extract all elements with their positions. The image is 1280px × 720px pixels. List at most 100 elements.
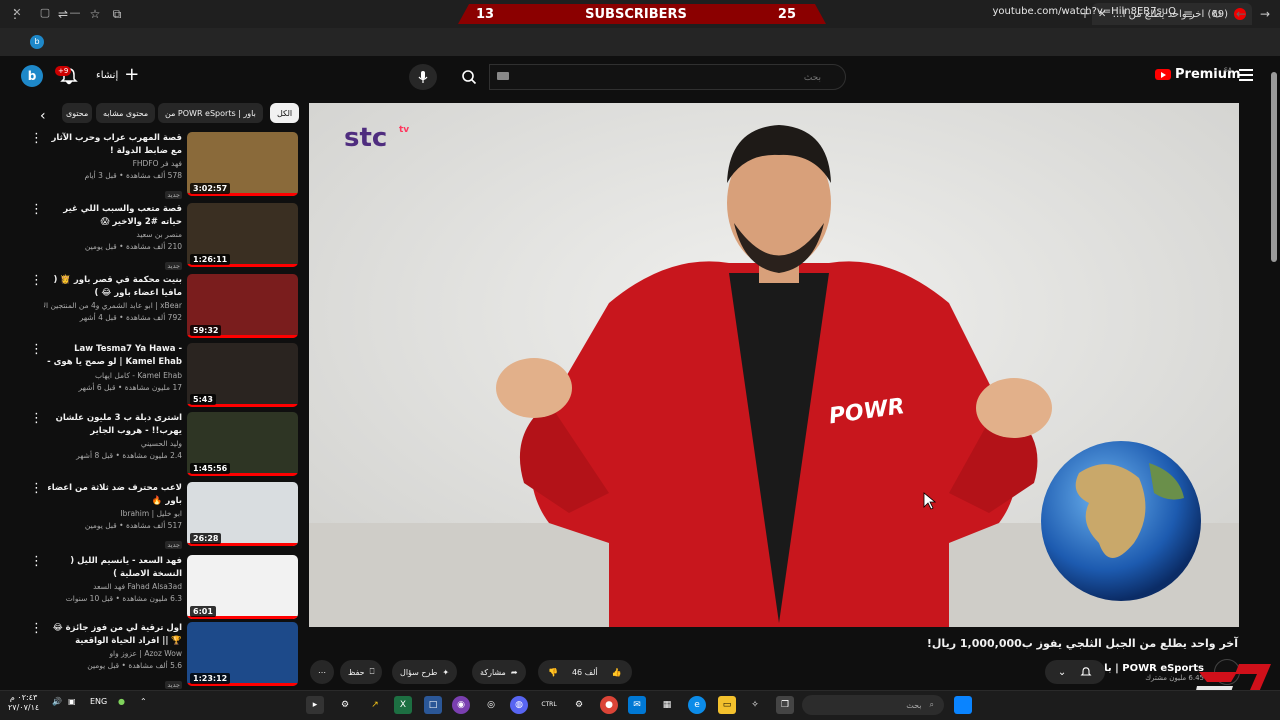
network-icon[interactable]: ▣ — [68, 697, 76, 706]
keyboard-icon[interactable] — [497, 72, 509, 80]
search-input[interactable] — [490, 65, 845, 89]
stc-tv-suffix: tv — [399, 125, 410, 135]
reload-icon[interactable]: ↻ — [1208, 5, 1226, 23]
channel-name[interactable]: Kamel Ehab - كامل ايهاب — [44, 370, 182, 382]
video-title[interactable]: لاعب محترف ضد ثلاثة من اعضاء باور 🔥 — [44, 482, 182, 508]
subscriber-counter-banner: 13 SUBSCRIBERS 25 — [458, 4, 826, 24]
window-app-icon[interactable]: □ — [424, 696, 442, 714]
dislike-icon[interactable]: 👎 — [548, 668, 558, 677]
account-avatar[interactable]: b — [21, 65, 43, 87]
back-icon[interactable]: → — [1256, 5, 1274, 23]
url-field[interactable]: youtube.com/watch?v=Hiln8ER7suQ — [992, 6, 1176, 17]
guide-menu-icon[interactable] — [1239, 69, 1253, 81]
recommendation-item[interactable]: 1:23:12 ⋮ اول ترقية لي من فوز جائزة 😂🏆 || … — [10, 622, 300, 689]
save-button[interactable]: حفظ ⎕ — [340, 660, 383, 684]
windows-start-icon[interactable] — [954, 696, 972, 714]
recommendation-item[interactable]: 6:01 ⋮ فهد السعد - يانسيم الليل ( النسخة ا… — [10, 555, 300, 621]
chip-related[interactable]: محتوى مشابه — [96, 103, 156, 123]
extensions-icon[interactable]: ⇌ — [54, 5, 72, 23]
video-player[interactable]: POWR stc tv — [309, 103, 1239, 627]
discord-app-icon[interactable]: ◍ — [510, 696, 528, 714]
like-count[interactable]: 46 ألف — [572, 668, 598, 677]
recommendation-item[interactable]: 26:28 ⋮ لاعب محترف ضد ثلاثة من اعضاء باور … — [10, 482, 300, 549]
create-label: إنشاء — [96, 69, 119, 81]
voice-search-button[interactable] — [409, 64, 437, 90]
task-view-icon[interactable]: ❐ — [776, 696, 794, 714]
video-title[interactable]: فهد السعد - يانسيم الليل ( النسخة الاصلي… — [44, 555, 182, 581]
volume-icon[interactable]: 🔊 — [52, 697, 62, 706]
video-title[interactable]: بنيت محكمة في قصر باور 👸 ( مافيا اعضاء ب… — [44, 274, 183, 300]
more-options-icon[interactable]: ⋮ — [30, 555, 43, 568]
channel-name[interactable]: فهد فر FHDFO — [44, 158, 182, 170]
bookmark-star-icon[interactable]: ☆ — [86, 5, 104, 23]
video-title[interactable]: اول ترقية لي من فوز جائزة 😂🏆 || افراد ال… — [44, 622, 182, 648]
copilot-app-icon[interactable]: ✧ — [746, 696, 764, 714]
clock-date: ٢٧/٠٧/١٤ — [8, 703, 40, 712]
search-button[interactable] — [450, 64, 488, 90]
video-title[interactable]: قصة متعب والسبب اللي غير حياته #2 والاخي… — [44, 203, 182, 229]
more-options-icon[interactable]: ⋮ — [30, 132, 43, 145]
browser-menu-icon[interactable]: ⋮ — [6, 5, 24, 23]
more-options-icon[interactable]: ⋮ — [30, 622, 43, 635]
more-options-icon[interactable]: ⋮ — [30, 203, 43, 216]
steam-app-icon[interactable]: ⚙ — [336, 696, 354, 714]
file-explorer-icon[interactable]: ▭ — [718, 696, 736, 714]
forward-icon[interactable]: ← — [1232, 5, 1250, 23]
edge-app-icon[interactable]: e — [688, 696, 706, 714]
chip-content[interactable]: محتوى — [62, 103, 92, 123]
video-title[interactable]: اشترى دبلة ب 3 مليون علشان يهرب!! - هروب… — [44, 412, 182, 438]
more-options-icon[interactable]: ⋮ — [30, 482, 43, 495]
profile-icon[interactable]: b — [30, 35, 44, 49]
purple-app-icon[interactable]: ◉ — [452, 696, 470, 714]
page-scrollbar[interactable] — [1270, 58, 1278, 690]
chrome-app-icon[interactable]: ● — [600, 696, 618, 714]
mic-tray-icon[interactable]: ● — [118, 697, 125, 706]
recommendation-item[interactable]: 1:26:11 ⋮ قصة متعب والسبب اللي غير حياته #… — [10, 203, 300, 272]
store-app-icon[interactable]: ▦ — [658, 696, 676, 714]
video-meta: قصة متعب والسبب اللي غير حياته #2 والاخي… — [44, 203, 182, 272]
ctrl-app-icon[interactable]: CTRL — [540, 696, 558, 714]
channel-name[interactable]: منصر بن سعيد — [44, 229, 182, 241]
more-options-icon[interactable]: ⋮ — [30, 412, 43, 425]
recommendation-item[interactable]: 3:02:57 ⋮ قصة المهرب عراب وحرب الآثار مع ض… — [10, 132, 300, 199]
outlook-app-icon[interactable]: ✉ — [628, 696, 646, 714]
chip-all[interactable]: الكل — [270, 103, 300, 123]
language-indicator[interactable]: ENG — [90, 697, 107, 706]
channel-name[interactable]: ابو خليل | Ibrahim — [44, 508, 182, 520]
maximize-window-icon[interactable]: ▢ — [36, 6, 54, 22]
share-page-icon[interactable]: ⧉ — [108, 5, 126, 23]
channel-name[interactable]: xBear | ابو عابد الشمري و4 من المنتجين ا… — [44, 300, 182, 312]
chip-from-channel[interactable]: من POWR eSports | باور — [158, 103, 263, 123]
recommendation-item[interactable]: 5:43 ⋮ Law Tesma7 Ya Hawa - Kamel Ehab | ل… — [10, 343, 300, 409]
like-icon[interactable]: 👍 — [612, 668, 622, 677]
video-title[interactable]: قصة المهرب عراب وحرب الآثار مع ضابط الدو… — [44, 132, 182, 158]
pin-app-icon[interactable]: ↗ — [366, 696, 384, 714]
taskbar-search[interactable]: بحث ⌕ — [802, 695, 944, 715]
recommendation-item[interactable]: 59:32 ⋮ بنيت محكمة في قصر باور 👸 ( مافيا ا… — [10, 274, 300, 340]
view-count: 17 مليون مشاهدة • قبل 6 أشهر — [78, 383, 182, 392]
excel-app-icon[interactable]: X — [394, 696, 412, 714]
recommendation-item[interactable]: 1:45:56 ⋮ اشترى دبلة ب 3 مليون علشان يهرب!… — [10, 412, 300, 478]
chips-left-arrow-icon[interactable]: ‹ — [40, 108, 46, 124]
channel-name[interactable]: Azoz Wow | عزوز واو — [44, 648, 182, 660]
tray-overflow-chevron-icon[interactable]: ⌃ — [140, 697, 147, 706]
terminal-app-icon[interactable]: ▸ — [306, 696, 324, 714]
site-settings-icon[interactable]: ≡ — [1179, 5, 1197, 23]
subscriber-right-count: 25 — [777, 6, 796, 22]
subscribed-button[interactable]: ⌄ — [1045, 660, 1105, 684]
video-title[interactable]: Law Tesma7 Ya Hawa - Kamel Ehab | لو صمح… — [44, 343, 182, 370]
taskbar-clock[interactable]: ٠٢:٤٣ م ٢٧/٠٧/١٤ — [8, 693, 39, 713]
scrollbar-thumb[interactable] — [1271, 72, 1277, 262]
settings-app-icon[interactable]: ⚙ — [570, 696, 588, 714]
channel-name[interactable]: وليد الحسيني — [44, 438, 182, 450]
create-button[interactable]: إنشاء + — [96, 66, 139, 84]
ask-button[interactable]: طرح سؤال ✦ — [392, 660, 458, 684]
channel-name[interactable]: POWR eSports | باور — [1092, 663, 1204, 674]
more-options-icon[interactable]: ⋮ — [30, 274, 43, 287]
more-actions-button[interactable]: ⋯ — [310, 660, 334, 684]
channel-name[interactable]: Fahad Alsa3ad فهد السعد — [44, 581, 182, 593]
more-options-icon[interactable]: ⋮ — [30, 343, 43, 356]
obs-app-icon[interactable]: ◎ — [482, 696, 500, 714]
share-button[interactable]: مشاركة ➦ — [472, 660, 526, 684]
search-input-container — [489, 64, 846, 90]
